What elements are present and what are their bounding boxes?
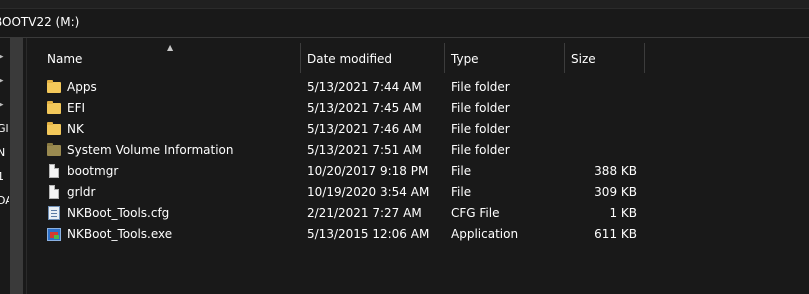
file-list: ▲ Name Date modified Type Size Apps 5/13… [27, 38, 809, 294]
file-date: 5/13/2021 7:51 AM [307, 143, 422, 157]
file-date: 5/13/2021 7:44 AM [307, 80, 422, 94]
column-header-row: ▲ Name Date modified Type Size [27, 43, 809, 73]
nav-item-label[interactable]: N [0, 146, 9, 159]
column-header-name[interactable]: Name [41, 43, 301, 73]
nav-scrollbar[interactable] [10, 38, 23, 294]
file-name: NKBoot_Tools.exe [67, 227, 173, 241]
file-name: System Volume Information [67, 143, 234, 157]
folder-icon [47, 101, 62, 116]
pin-icon[interactable]: ▸ [0, 100, 7, 110]
file-row[interactable]: bootmgr 10/20/2017 9:18 PM File 388 KB [27, 161, 809, 182]
nav-item-label[interactable]: 1 [0, 170, 9, 183]
file-type: File [451, 164, 472, 178]
column-header-date-label: Date modified [307, 52, 393, 66]
file-row[interactable]: grldr 10/19/2020 3:54 AM File 309 KB [27, 182, 809, 203]
column-header-size[interactable]: Size [565, 43, 645, 73]
cfg-file-icon [47, 206, 62, 221]
file-type: File folder [451, 143, 510, 157]
file-date: 2/21/2021 7:27 AM [307, 206, 422, 220]
column-header-size-label: Size [571, 52, 596, 66]
file-date: 5/13/2021 7:45 AM [307, 101, 422, 115]
file-type: File [451, 185, 472, 199]
file-size [587, 77, 637, 98]
file-date: 5/13/2015 12:06 AM [307, 227, 430, 241]
file-type: Application [451, 227, 519, 241]
file-size: 388 KB [594, 164, 637, 178]
file-date: 10/19/2020 3:54 AM [307, 185, 430, 199]
system-folder-icon [47, 143, 62, 158]
navigation-pane: ▸ ▸ ▸ Gl N 1 DA [0, 38, 27, 294]
file-name: EFI [67, 101, 86, 115]
file-name: NKBoot_Tools.cfg [67, 206, 170, 220]
file-size [587, 98, 637, 119]
file-type: File folder [451, 101, 510, 115]
nav-item-label[interactable]: DA [0, 194, 9, 207]
file-name: NK [67, 122, 84, 136]
window-top-strip [0, 0, 809, 9]
column-header-date[interactable]: Date modified [301, 43, 445, 73]
column-header-type-label: Type [451, 52, 479, 66]
file-size [587, 119, 637, 140]
file-row[interactable]: NKBoot_Tools.cfg 2/21/2021 7:27 AM CFG F… [27, 203, 809, 224]
file-row[interactable]: Apps 5/13/2021 7:44 AM File folder [27, 77, 809, 98]
file-icon [47, 164, 62, 179]
file-name: bootmgr [67, 164, 119, 178]
file-row[interactable]: System Volume Information 5/13/2021 7:51… [27, 140, 809, 161]
pin-icon[interactable]: ▸ [0, 52, 7, 62]
file-type: CFG File [451, 206, 500, 220]
file-size: 309 KB [594, 185, 637, 199]
column-header-name-label: Name [47, 52, 83, 66]
file-row[interactable]: NKBoot_Tools.exe 5/13/2015 12:06 AM Appl… [27, 224, 809, 245]
nav-item-label[interactable]: Gl [0, 122, 9, 135]
file-size [587, 140, 637, 161]
pin-icon[interactable]: ▸ [0, 76, 7, 86]
file-size: 1 KB [609, 206, 637, 220]
folder-icon [47, 80, 62, 95]
file-date: 5/13/2021 7:46 AM [307, 122, 422, 136]
file-icon [47, 185, 62, 200]
folder-icon [47, 122, 62, 137]
file-type: File folder [451, 122, 510, 136]
file-date: 10/20/2017 9:18 PM [307, 164, 429, 178]
column-header-type[interactable]: Type [445, 43, 565, 73]
address-path[interactable]: BOOTV22 (M:) [0, 15, 79, 29]
address-bar[interactable]: BOOTV22 (M:) [0, 9, 809, 38]
file-rows: Apps 5/13/2021 7:44 AM File folder EFI 5… [27, 77, 809, 245]
file-type: File folder [451, 80, 510, 94]
file-name: Apps [67, 80, 97, 94]
application-icon [47, 227, 62, 242]
file-size: 611 KB [594, 227, 637, 241]
file-name: grldr [67, 185, 96, 199]
file-row[interactable]: EFI 5/13/2021 7:45 AM File folder [27, 98, 809, 119]
file-row[interactable]: NK 5/13/2021 7:46 AM File folder [27, 119, 809, 140]
